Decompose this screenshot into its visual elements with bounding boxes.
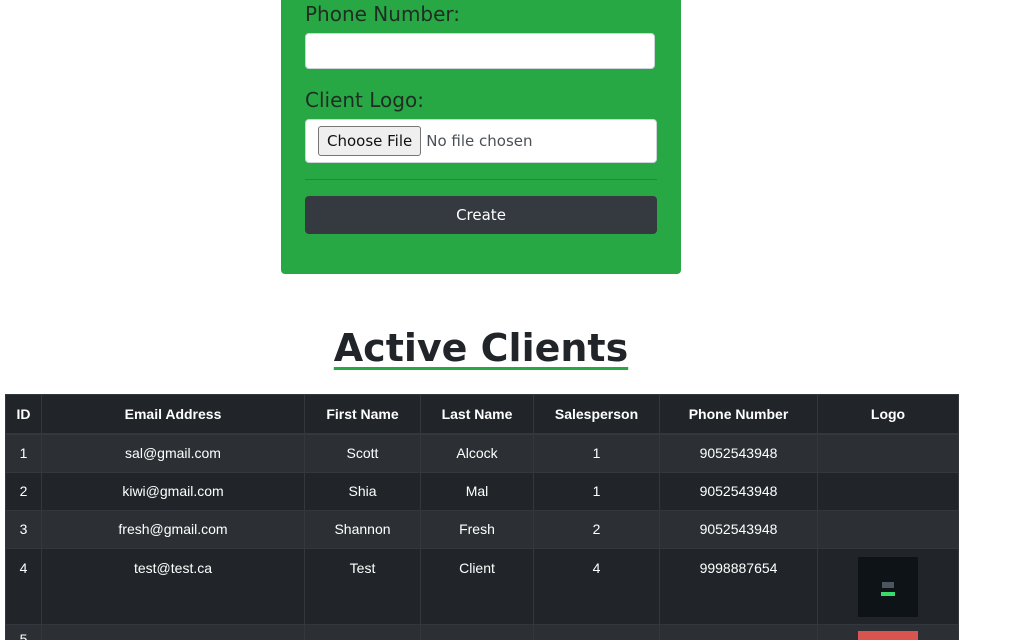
cell-logo bbox=[817, 509, 959, 549]
file-status-text: No file chosen bbox=[426, 132, 533, 150]
clients-table: ID Email Address First Name Last Name Sa… bbox=[5, 394, 959, 640]
cell-phone: 9052543948 bbox=[659, 509, 818, 549]
cell-phone: 9052543948 bbox=[659, 433, 818, 473]
cell-id: 5 bbox=[5, 623, 42, 640]
cell-first-name: Shia bbox=[304, 471, 421, 511]
cell-logo bbox=[817, 433, 959, 473]
create-button[interactable]: Create bbox=[305, 196, 657, 234]
cell-id: 2 bbox=[5, 471, 42, 511]
cell-first-name: Scott bbox=[304, 433, 421, 473]
table-header-row: ID Email Address First Name Last Name Sa… bbox=[5, 394, 959, 435]
cell-last-name: Alcock bbox=[420, 433, 534, 473]
table-row: 5 bbox=[5, 623, 959, 640]
cell-email: fresh@gmail.com bbox=[41, 509, 305, 549]
cell-id: 1 bbox=[5, 433, 42, 473]
client-logo-image bbox=[858, 556, 918, 617]
client-logo-image bbox=[858, 630, 918, 640]
create-client-form: Phone Number: Client Logo: Choose File N… bbox=[281, 0, 681, 274]
cell-last-name: Mal bbox=[420, 471, 534, 511]
phone-number-input[interactable] bbox=[305, 33, 655, 69]
table-row: 1 sal@gmail.com Scott Alcock 1 905254394… bbox=[5, 433, 959, 473]
cell-first-name: Shannon bbox=[304, 509, 421, 549]
cell-email bbox=[41, 623, 305, 640]
cell-last-name: Fresh bbox=[420, 509, 534, 549]
header-logo: Logo bbox=[817, 394, 959, 435]
cell-last-name: Client bbox=[420, 547, 534, 625]
table-row: 3 fresh@gmail.com Shannon Fresh 2 905254… bbox=[5, 509, 959, 549]
cell-id: 3 bbox=[5, 509, 42, 549]
cell-salesperson: 4 bbox=[533, 547, 660, 625]
active-clients-title: Active Clients bbox=[333, 326, 629, 370]
cell-id: 4 bbox=[5, 547, 42, 625]
cell-email: test@test.ca bbox=[41, 547, 305, 625]
header-first-name: First Name bbox=[304, 394, 421, 435]
form-divider bbox=[305, 179, 657, 180]
header-phone-number: Phone Number bbox=[659, 394, 818, 435]
cell-email: kiwi@gmail.com bbox=[41, 471, 305, 511]
client-logo-file-input[interactable]: Choose File No file chosen bbox=[305, 119, 657, 163]
phone-number-label: Phone Number: bbox=[305, 2, 461, 26]
table-row: 2 kiwi@gmail.com Shia Mal 1 9052543948 bbox=[5, 471, 959, 511]
table-row: 4 test@test.ca Test Client 4 9998887654 bbox=[5, 547, 959, 625]
page: Phone Number: Client Logo: Choose File N… bbox=[0, 0, 1035, 640]
logo-mark-icon bbox=[882, 581, 894, 588]
cell-logo bbox=[817, 623, 959, 640]
cell-first-name bbox=[304, 623, 421, 640]
header-last-name: Last Name bbox=[420, 394, 534, 435]
cell-salesperson: 2 bbox=[533, 509, 660, 549]
cell-logo bbox=[817, 547, 959, 625]
cell-phone: 9998887654 bbox=[659, 547, 818, 625]
cell-phone bbox=[659, 623, 818, 640]
cell-last-name bbox=[420, 623, 534, 640]
cell-phone: 9052543948 bbox=[659, 471, 818, 511]
header-email: Email Address bbox=[41, 394, 305, 435]
active-clients-heading: Active Clients bbox=[0, 324, 962, 372]
cell-salesperson: 1 bbox=[533, 471, 660, 511]
choose-file-button[interactable]: Choose File bbox=[318, 126, 422, 156]
client-logo-label: Client Logo: bbox=[305, 88, 424, 112]
header-id: ID bbox=[5, 394, 42, 435]
cell-first-name: Test bbox=[304, 547, 421, 625]
cell-logo bbox=[817, 471, 959, 511]
header-salesperson: Salesperson bbox=[533, 394, 660, 435]
cell-email: sal@gmail.com bbox=[41, 433, 305, 473]
cell-salesperson bbox=[533, 623, 660, 640]
cell-salesperson: 1 bbox=[533, 433, 660, 473]
logo-glow-icon bbox=[881, 591, 895, 596]
